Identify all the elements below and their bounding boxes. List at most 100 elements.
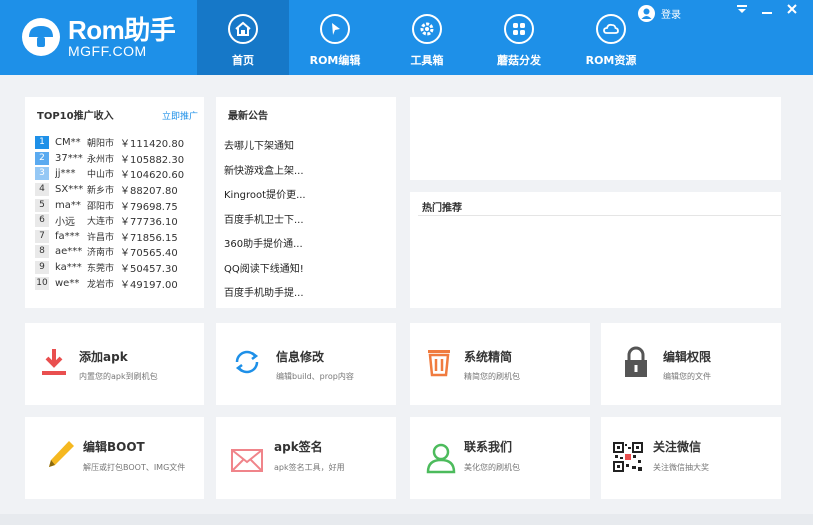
download-arrow-icon	[37, 345, 71, 379]
rank-amount: ￥77736.10	[120, 217, 178, 229]
logo-domain-text: MGFF.COM	[68, 43, 147, 59]
lock-icon	[619, 345, 653, 379]
login-button[interactable]: 登录	[638, 4, 681, 22]
system-slim-card[interactable]: 系统精简 精简您的刷机包	[410, 323, 590, 405]
rank-row: 7 fa*** 许昌市 ￥71856.15	[35, 229, 215, 245]
hot-divider	[418, 215, 781, 216]
card-title: 关注微信	[653, 440, 702, 454]
rank-amount: ￥111420.80	[120, 139, 185, 151]
notice-item[interactable]: 360助手提价通...	[224, 235, 394, 260]
rank-city: 龙岩市	[87, 279, 115, 290]
top10-title: TOP10推广收入	[37, 111, 114, 122]
card-desc: 编辑您的文件	[663, 372, 711, 381]
rank-number: 1	[35, 136, 49, 150]
rank-number: 7	[35, 229, 49, 243]
card-title: 系统精简	[464, 350, 513, 364]
rank-user: jj***	[55, 168, 76, 180]
edit-boot-card[interactable]: 编辑BOOT 解压或打包BOOT、IMG文件	[25, 417, 204, 499]
notice-panel: 最新公告 去哪儿下架通知 新快游戏盒上架... Kingroot提价更... 百度手机…	[216, 97, 396, 308]
card-title: 编辑权限	[663, 350, 712, 364]
hot-title: 热门推荐	[422, 203, 462, 214]
rank-city: 邵阳市	[87, 201, 115, 212]
notice-title: 最新公告	[228, 111, 268, 122]
card-title: apk签名	[274, 440, 323, 454]
cloud-icon	[596, 14, 626, 44]
nav-mogu-distribute[interactable]: 蘑菇分发	[473, 0, 565, 75]
nav-label: 蘑菇分发	[497, 54, 541, 67]
minimize-icon[interactable]	[760, 3, 774, 20]
rank-user: CM**	[55, 137, 81, 149]
gear-icon	[412, 14, 442, 44]
rank-user: ka***	[55, 262, 82, 274]
notice-item[interactable]: 百度手机助手提...	[224, 284, 394, 309]
envelope-icon	[230, 443, 264, 477]
rank-city: 新乡市	[87, 186, 115, 197]
rank-amount: ￥70565.40	[120, 248, 178, 260]
close-icon[interactable]	[785, 3, 799, 20]
card-title: 信息修改	[276, 350, 325, 364]
notice-item[interactable]: 新快游戏盒上架...	[224, 162, 394, 187]
home-icon	[228, 14, 258, 44]
apps-grid-icon	[504, 14, 534, 44]
banner-panel[interactable]	[410, 97, 781, 180]
mushroom-logo-icon	[22, 18, 60, 56]
login-label: 登录	[661, 9, 681, 21]
rank-amount: ￥88207.80	[120, 186, 178, 198]
menu-dropdown-icon[interactable]	[735, 3, 749, 20]
rank-amount: ￥71856.15	[120, 232, 178, 244]
qr-code-icon	[611, 440, 645, 474]
nav-home[interactable]: 首页	[197, 0, 289, 75]
nav-toolbox[interactable]: 工具箱	[381, 0, 473, 75]
nav-label: ROM编辑	[309, 54, 361, 67]
rank-row: 5 ma** 邵阳市 ￥79698.75	[35, 197, 215, 213]
rank-user: we**	[55, 277, 80, 289]
rank-number: 8	[35, 245, 49, 259]
rank-number: 5	[35, 198, 49, 212]
notice-item[interactable]: 去哪儿下架通知	[224, 137, 394, 162]
add-apk-card[interactable]: 添加apk 内置您的apk到刷机包	[25, 323, 204, 405]
card-title: 添加apk	[79, 350, 128, 364]
user-icon	[424, 441, 458, 475]
apk-sign-card[interactable]: apk签名 apk签名工具，好用	[216, 417, 396, 499]
edit-permission-card[interactable]: 编辑权限 编辑您的文件	[601, 323, 781, 405]
pencil-icon	[43, 437, 77, 471]
rank-amount: ￥50457.30	[120, 264, 178, 276]
app-logo: Rom助手 MGFF.COM	[22, 16, 192, 60]
notice-item[interactable]: 百度手机卫士下...	[224, 211, 394, 236]
card-title: 编辑BOOT	[83, 440, 145, 454]
rank-number: 9	[35, 261, 49, 275]
refresh-icon	[230, 345, 264, 379]
rank-city: 济南市	[87, 248, 115, 259]
notice-item[interactable]: QQ阅读下线通知!	[224, 260, 394, 285]
rank-city: 许昌市	[87, 232, 115, 243]
rank-amount: ￥79698.75	[120, 201, 178, 213]
rank-row: 9 ka*** 东莞市 ￥50457.30	[35, 260, 215, 276]
rank-row: 10 we** 龙岩市 ￥49197.00	[35, 275, 215, 291]
rank-number: 4	[35, 183, 49, 197]
card-desc: 解压或打包BOOT、IMG文件	[83, 463, 186, 472]
rank-user: 37***	[55, 152, 83, 164]
card-desc: 美化您的刷机包	[464, 463, 520, 472]
rank-city: 朝阳市	[87, 139, 115, 150]
top10-list: 1 CM** 朝阳市 ￥111420.80 2 37*** 永州市 ￥105882.30 3 jj…	[35, 135, 215, 291]
top10-panel: TOP10推广收入 立即推广 1 CM** 朝阳市 ￥111420.80 2 37*** 永…	[25, 97, 204, 308]
rank-number: 3	[35, 167, 49, 181]
nav-rom-edit[interactable]: ROM编辑	[289, 0, 381, 75]
card-desc: 内置您的apk到刷机包	[79, 372, 158, 381]
notice-item[interactable]: Kingroot提价更...	[224, 186, 394, 211]
rank-number: 2	[35, 151, 49, 165]
top-header: Rom助手 MGFF.COM 首页 ROM编辑 工具箱 蘑菇分发 ROM资源 登…	[0, 0, 813, 75]
card-desc: 关注微信抽大奖	[653, 463, 709, 472]
rank-row: 3 jj*** 中山市 ￥104620.60	[35, 166, 215, 182]
contact-us-card[interactable]: 联系我们 美化您的刷机包	[410, 417, 590, 499]
promote-now-link[interactable]: 立即推广	[162, 109, 198, 122]
rank-row: 6 小远 大连市 ￥77736.10	[35, 213, 215, 229]
rank-row: 8 ae*** 济南市 ￥70565.40	[35, 244, 215, 260]
rank-city: 中山市	[87, 170, 115, 181]
follow-wechat-card[interactable]: 关注微信 关注微信抽大奖	[601, 417, 781, 499]
info-edit-card[interactable]: 信息修改 编辑build、prop内容	[216, 323, 396, 405]
rank-row: 4 SX*** 新乡市 ￥88207.80	[35, 182, 215, 198]
rank-user: ae***	[55, 246, 83, 258]
main-nav: 首页 ROM编辑 工具箱 蘑菇分发 ROM资源	[197, 0, 657, 75]
nav-label: ROM资源	[585, 54, 637, 67]
